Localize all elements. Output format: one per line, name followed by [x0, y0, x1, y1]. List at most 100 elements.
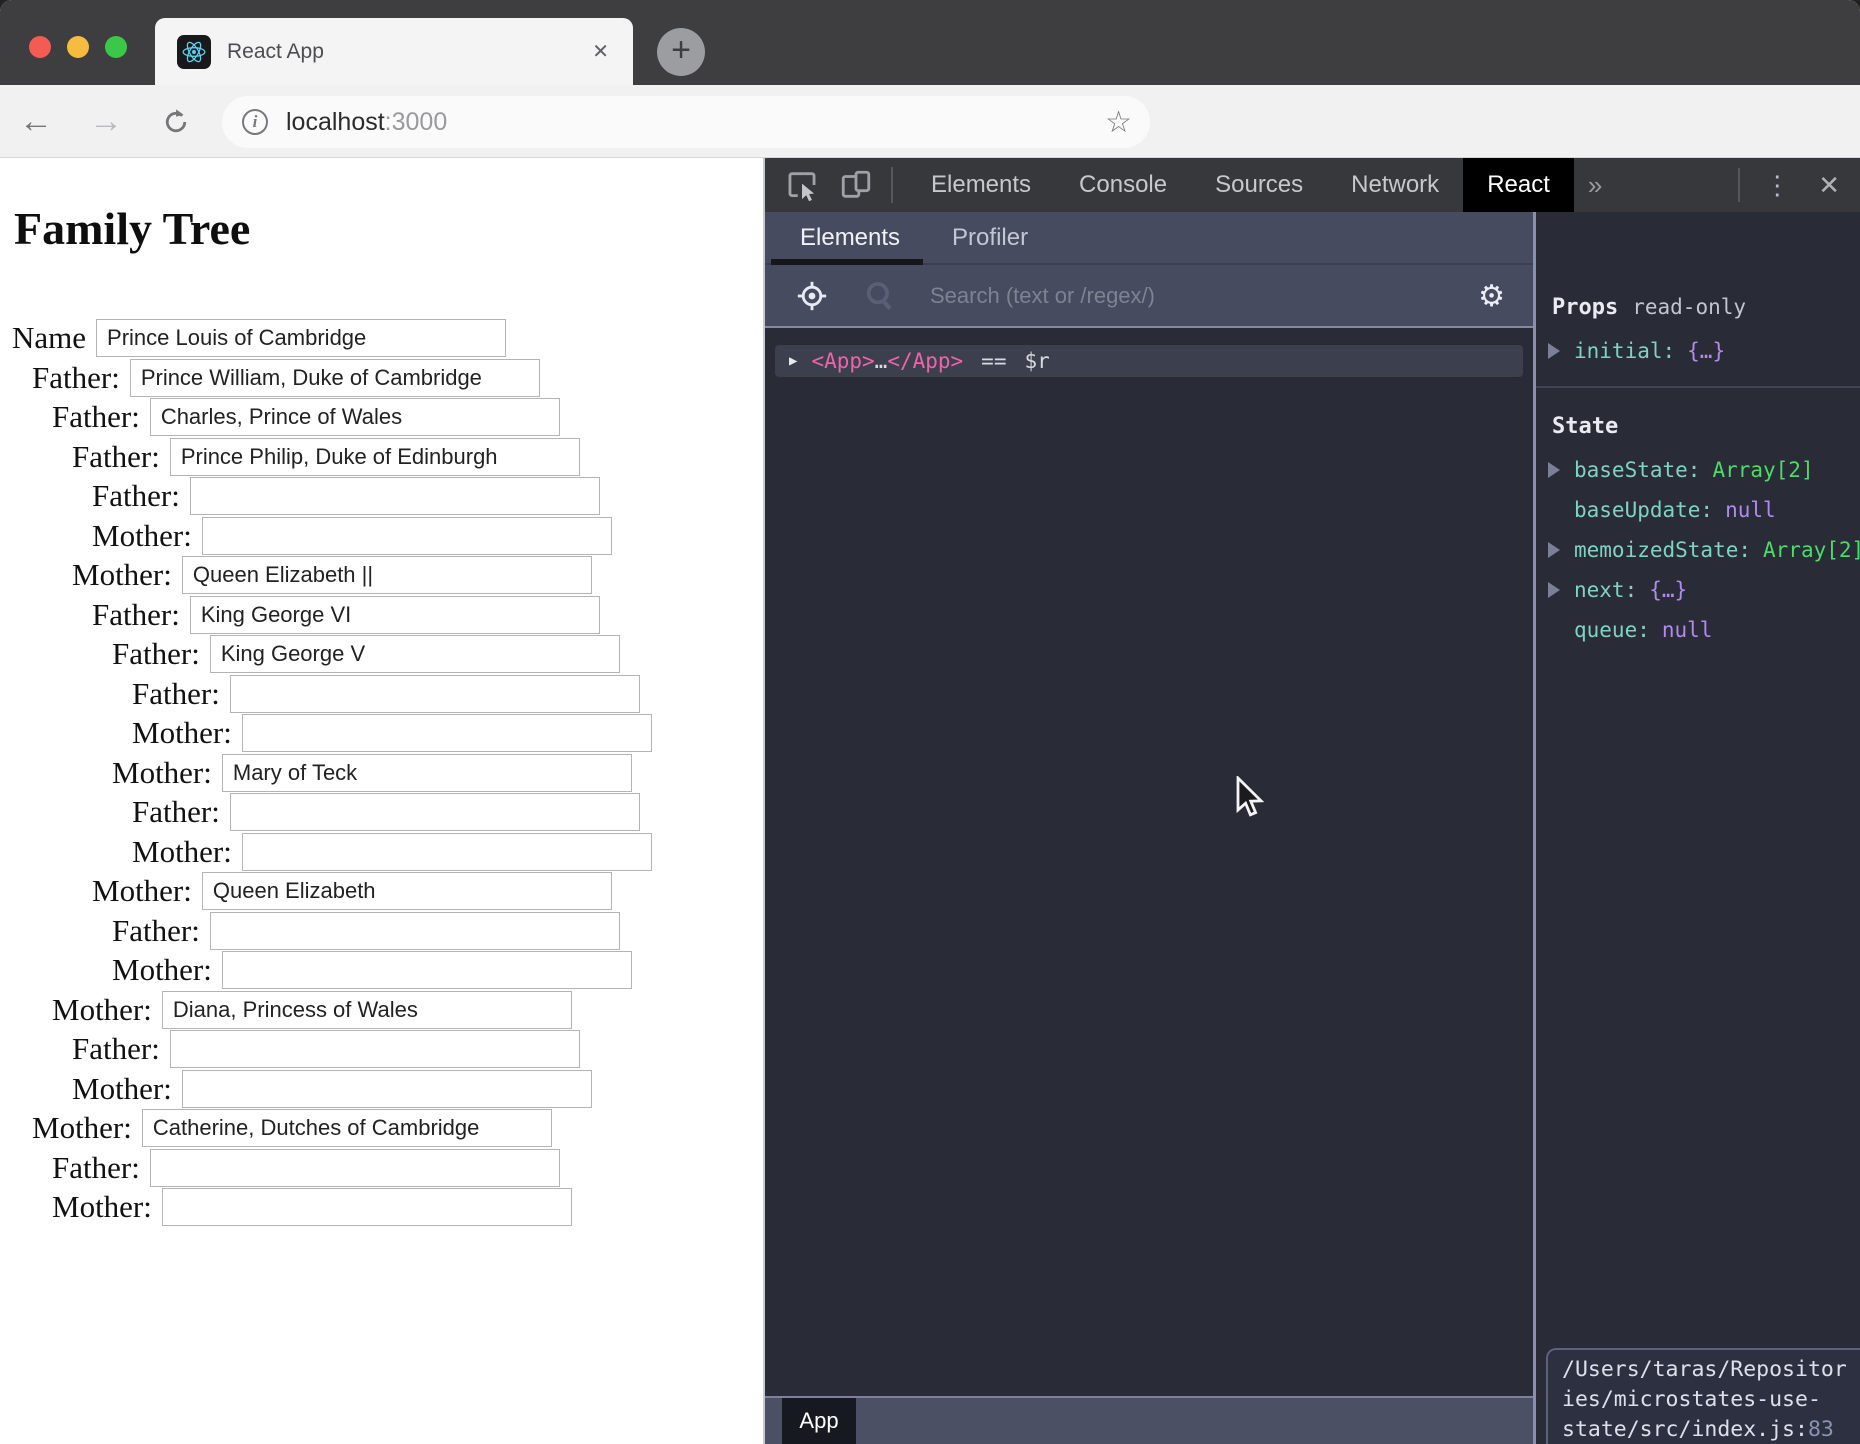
devtools-tab-elements[interactable]: Elements — [907, 158, 1055, 212]
device-toolbar-icon[interactable] — [839, 168, 873, 202]
page-title: Family Tree — [14, 202, 763, 255]
react-panel-tab-profiler[interactable]: Profiler — [952, 224, 1028, 252]
field-label: Father: — [32, 360, 120, 396]
kv-row-initial[interactable]: initial:{…} — [1548, 337, 1860, 365]
close-window-button[interactable] — [29, 36, 51, 58]
react-panel-tab-elements[interactable]: Elements — [800, 224, 900, 252]
field-input-father[interactable] — [150, 1149, 560, 1187]
family-field-row: Father: — [0, 635, 763, 673]
new-tab-button[interactable]: + — [657, 28, 705, 76]
state-header: State — [1552, 414, 1860, 440]
breadcrumb-bar: App — [765, 1396, 1533, 1444]
field-input-father[interactable] — [170, 438, 580, 476]
close-tag: </App> — [887, 349, 963, 373]
tab-title: React App — [227, 40, 592, 64]
select-element-target-icon[interactable] — [795, 279, 829, 313]
tab-close-icon[interactable]: ✕ — [592, 39, 609, 64]
field-input-mother[interactable] — [202, 872, 612, 910]
read-only-badge: read-only — [1632, 295, 1746, 319]
family-field-row: Mother: — [0, 1188, 763, 1226]
site-info-icon[interactable]: i — [242, 109, 268, 135]
devtools-close-icon[interactable]: ✕ — [1818, 170, 1840, 201]
kv-key: next: — [1574, 576, 1637, 604]
kv-row-baseState[interactable]: baseState: Array[2] — [1548, 456, 1860, 484]
field-input-mother[interactable] — [222, 951, 632, 989]
expander-triangle-icon[interactable]: ▶ — [789, 353, 797, 369]
field-input-father[interactable] — [230, 793, 640, 831]
field-input-mother[interactable] — [142, 1109, 552, 1147]
family-field-row: Mother: — [0, 754, 763, 792]
section-divider — [1536, 386, 1860, 388]
field-input-mother[interactable] — [202, 517, 612, 555]
family-field-row: Name — [0, 319, 763, 357]
open-tag: <App> — [811, 349, 874, 373]
breadcrumb-app-tag[interactable]: App — [782, 1398, 856, 1444]
browser-tab[interactable]: React App ✕ — [155, 18, 633, 85]
devtools-tab-react[interactable]: React — [1463, 158, 1574, 212]
field-input-mother[interactable] — [162, 991, 572, 1029]
bookmark-star-icon[interactable]: ☆ — [1105, 105, 1132, 140]
app-component-row[interactable]: ▶ <App> … </App> == $r — [775, 345, 1523, 377]
source-path-line: ies/microstates-use- — [1562, 1385, 1860, 1415]
more-tabs-icon[interactable]: » — [1588, 170, 1602, 201]
field-input-mother[interactable] — [242, 833, 652, 871]
field-label: Father: — [92, 597, 180, 633]
field-input-father[interactable] — [190, 596, 600, 634]
devtools-tab-console[interactable]: Console — [1055, 158, 1191, 212]
field-input-father[interactable] — [230, 675, 640, 713]
family-field-row: Father: — [0, 675, 763, 713]
devtools-menu-icon[interactable]: ⋮ — [1764, 170, 1790, 201]
kv-value: {…} — [1649, 576, 1687, 604]
field-input-mother[interactable] — [182, 556, 592, 594]
field-input-father[interactable] — [190, 477, 600, 515]
inspect-element-icon[interactable] — [785, 168, 819, 202]
kv-row-memoizedState[interactable]: memoizedState:Array[2] — [1548, 536, 1860, 564]
minimize-window-button[interactable] — [67, 36, 89, 58]
fullscreen-window-button[interactable] — [105, 36, 127, 58]
family-field-row: Mother: — [0, 872, 763, 910]
expand-triangle-icon[interactable] — [1548, 462, 1560, 478]
field-input-name[interactable] — [96, 319, 506, 357]
expand-triangle-icon[interactable] — [1548, 582, 1560, 598]
field-label: Mother: — [52, 992, 152, 1028]
field-label: Father: — [72, 1031, 160, 1067]
field-input-mother[interactable] — [242, 714, 652, 752]
family-field-row: Father: — [0, 438, 763, 476]
react-favicon-icon — [177, 35, 211, 69]
field-label: Name — [12, 320, 86, 356]
back-button[interactable]: ← — [16, 85, 56, 158]
family-field-row: Mother: — [0, 991, 763, 1029]
forward-button[interactable]: → — [86, 85, 126, 158]
props-header: Propsread-only — [1552, 294, 1860, 321]
field-input-mother[interactable] — [222, 754, 632, 792]
field-input-mother[interactable] — [182, 1070, 592, 1108]
search-input[interactable] — [930, 273, 1470, 319]
kv-value: null — [1662, 616, 1713, 644]
kv-value: Array[2] — [1712, 456, 1813, 484]
field-input-father[interactable] — [210, 635, 620, 673]
reload-button[interactable] — [156, 85, 196, 158]
field-input-father[interactable] — [150, 398, 560, 436]
url-bar[interactable]: i localhost:3000 ☆ — [222, 96, 1150, 148]
expand-triangle-icon[interactable] — [1548, 542, 1560, 558]
family-field-row: Mother: — [0, 556, 763, 594]
field-label: Mother: — [52, 1189, 152, 1225]
kv-key: baseState: — [1574, 456, 1700, 484]
field-input-father[interactable] — [170, 1030, 580, 1068]
field-label: Mother: — [132, 715, 232, 751]
field-input-father[interactable] — [130, 359, 540, 397]
field-label: Father: — [132, 676, 220, 712]
field-input-father[interactable] — [210, 912, 620, 950]
settings-gear-icon[interactable]: ⚙ — [1478, 279, 1505, 314]
kv-key: memoizedState: — [1574, 536, 1751, 564]
devtools-tab-sources[interactable]: Sources — [1191, 158, 1327, 212]
family-field-row: Mother: — [0, 833, 763, 871]
url-text[interactable]: localhost:3000 — [286, 108, 1105, 137]
console-ref: $r — [1024, 349, 1049, 373]
family-field-row: Father: — [0, 398, 763, 436]
devtools-tab-network[interactable]: Network — [1327, 158, 1463, 212]
family-field-row: Father: — [0, 477, 763, 515]
kv-row-next[interactable]: next: {…} — [1548, 576, 1860, 604]
expand-triangle-icon[interactable] — [1548, 343, 1560, 359]
field-input-mother[interactable] — [162, 1188, 572, 1226]
